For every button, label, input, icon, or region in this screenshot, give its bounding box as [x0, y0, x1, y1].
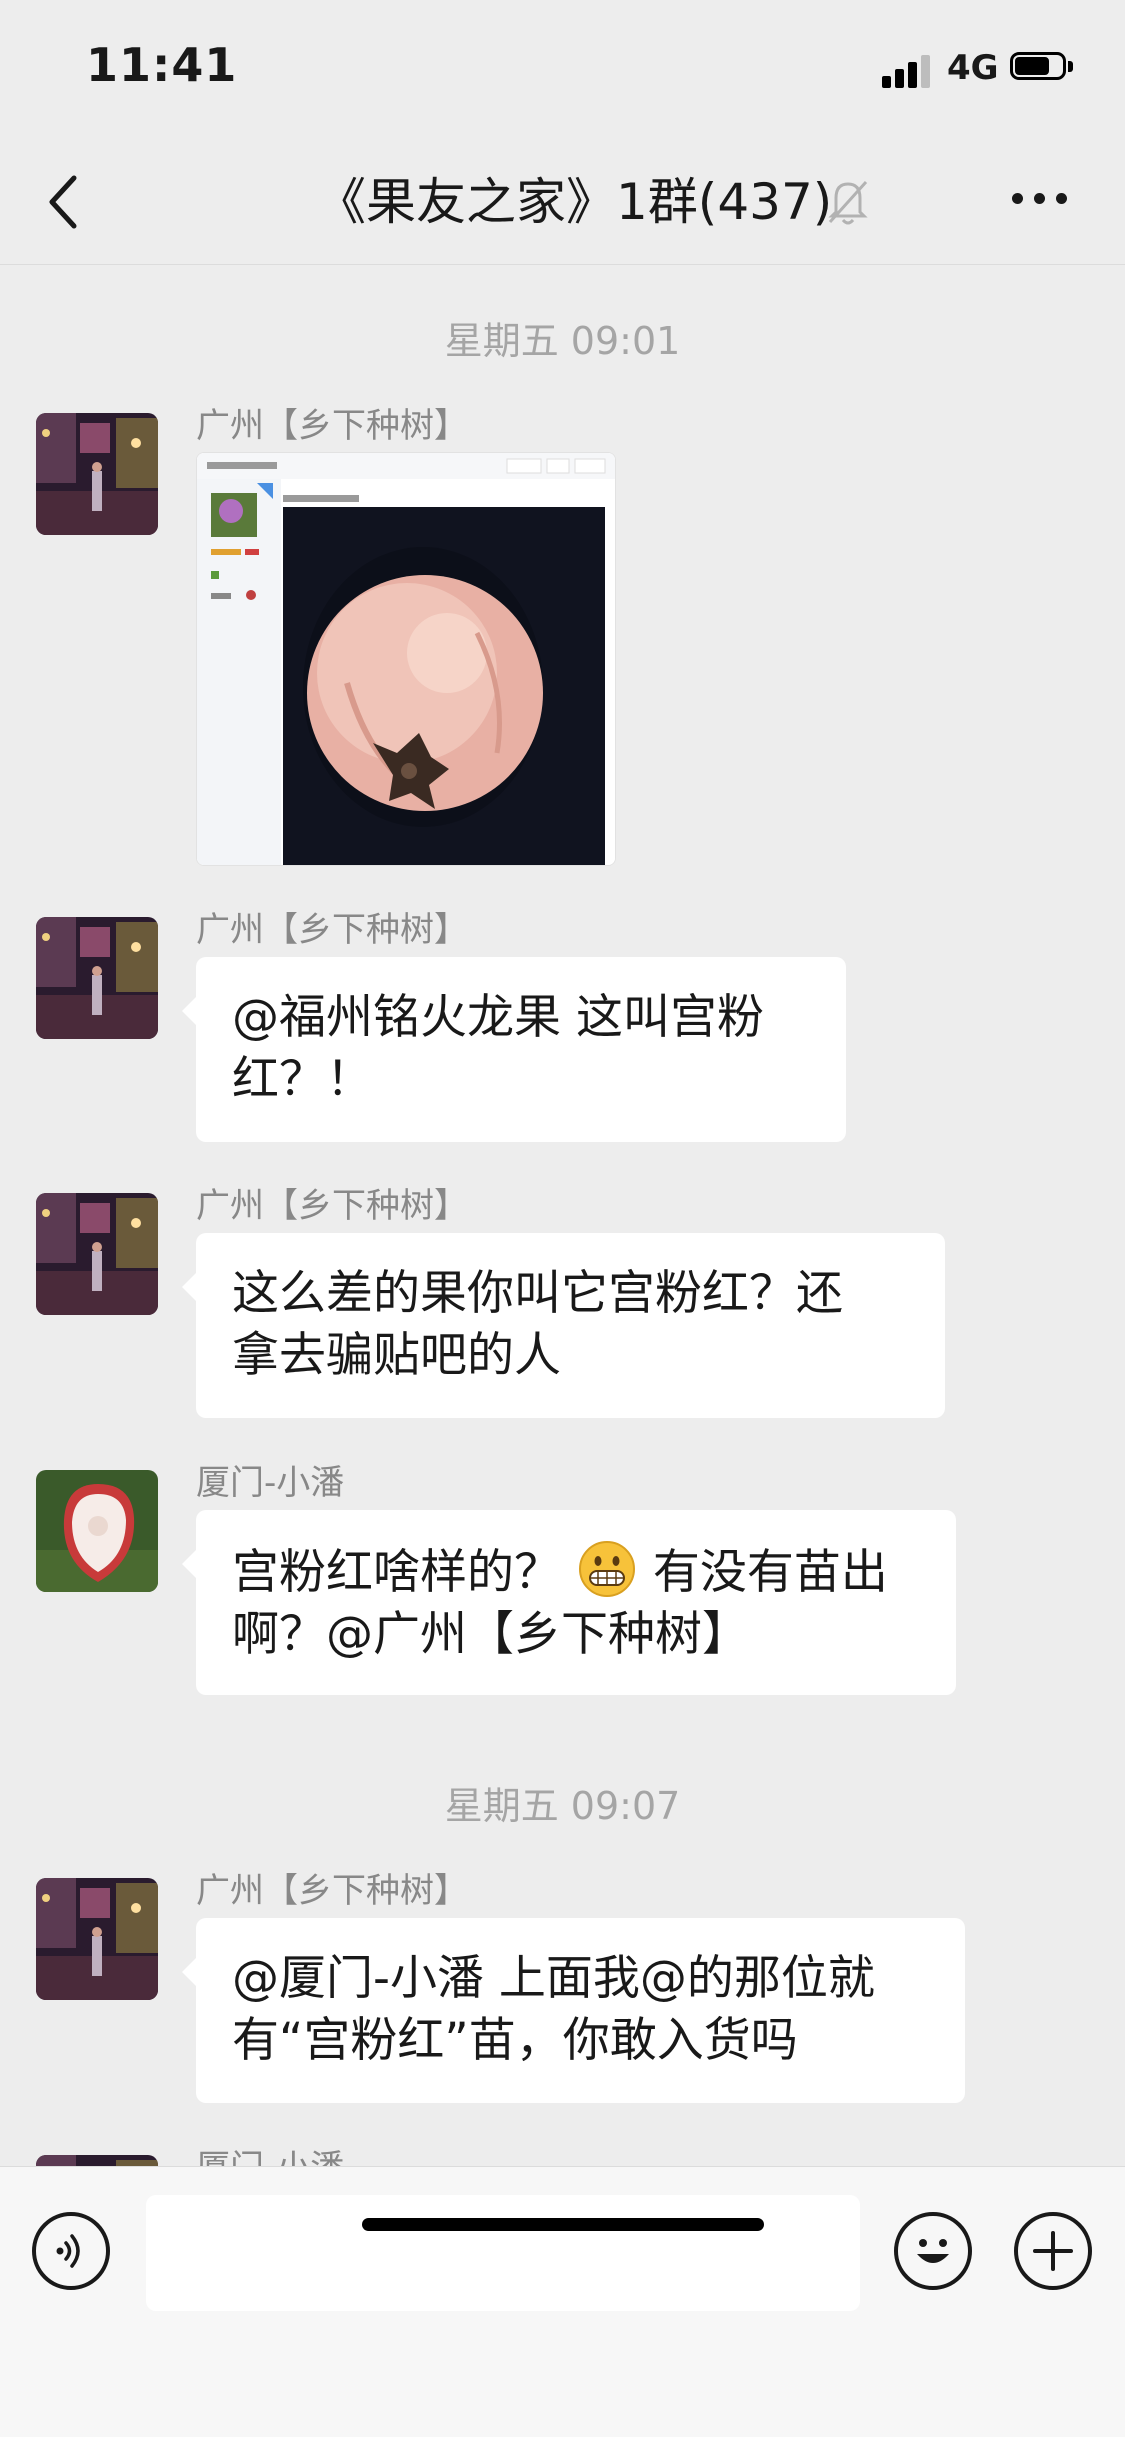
message-text: 啊？@广州【乡下种树】	[232, 1607, 749, 1662]
message-text: 有没有苗出	[652, 1545, 888, 1600]
more-dots-icon[interactable]	[1010, 188, 1070, 208]
message-sender: 厦门-小潘	[196, 1463, 345, 1503]
avatar[interactable]	[36, 1193, 158, 1315]
message-text: 宫粉红啥样的？	[232, 1545, 561, 1600]
avatar[interactable]	[36, 1878, 158, 2000]
message-text: @福州铭火龙果 这叫宫粉	[232, 990, 764, 1045]
message-text: 这么差的果你叫它宫粉红？还	[232, 1266, 843, 1321]
avatar[interactable]	[36, 413, 158, 535]
grimace-emoji-icon	[578, 1540, 636, 1598]
message-text: 有“宫粉红”苗，你敢入货吗	[232, 2013, 798, 2068]
voice-icon[interactable]	[32, 2212, 110, 2290]
bell-off-icon	[826, 176, 870, 228]
home-indicator	[362, 2218, 764, 2231]
battery-icon	[1010, 52, 1076, 84]
message-sender: 广州【乡下种树】	[196, 406, 468, 446]
plus-icon[interactable]	[1014, 2212, 1092, 2290]
message-text: @厦门-小潘 上面我@的那位就	[232, 1951, 875, 2006]
image-message[interactable]	[196, 452, 616, 866]
network-type: 4G	[947, 48, 999, 88]
message-bubble[interactable]: @福州铭火龙果 这叫宫粉 红？！	[182, 957, 846, 1142]
message-input[interactable]	[146, 2195, 860, 2311]
message-list[interactable]: 星期五 09:01 广州【乡下种树】 广州【乡下种树】 @福州铭火龙果 这叫宫粉…	[0, 265, 1125, 2277]
message-sender: 广州【乡下种树】	[196, 910, 468, 950]
chat-title: 《果友之家》1群(437)	[316, 173, 833, 231]
status-bar: 11:41 4G	[0, 0, 1125, 140]
input-bar	[0, 2166, 1125, 2437]
message-timestamp: 星期五 09:01	[444, 319, 681, 363]
message-bubble[interactable]: @厦门-小潘 上面我@的那位就 有“宫粉红”苗，你敢入货吗	[182, 1918, 965, 2103]
message-sender: 广州【乡下种树】	[196, 1186, 468, 1226]
chevron-left-icon[interactable]	[42, 170, 92, 234]
emoji-icon[interactable]	[894, 2212, 972, 2290]
signal-icon	[882, 52, 934, 88]
message-bubble[interactable]: 宫粉红啥样的？ 有没有苗出 啊？@广州【乡下种树】	[182, 1510, 956, 1695]
status-time: 11:41	[86, 38, 238, 92]
message-bubble[interactable]: 这么差的果你叫它宫粉红？还 拿去骗贴吧的人	[182, 1233, 945, 1418]
message-timestamp: 星期五 09:07	[444, 1784, 681, 1828]
message-sender: 广州【乡下种树】	[196, 1871, 468, 1911]
nav-bar: 《果友之家》1群(437)	[0, 140, 1125, 265]
message-text: 拿去骗贴吧的人	[232, 1328, 561, 1383]
avatar[interactable]	[36, 1470, 158, 1592]
message-text: 红？！	[232, 1052, 373, 1107]
avatar[interactable]	[36, 917, 158, 1039]
